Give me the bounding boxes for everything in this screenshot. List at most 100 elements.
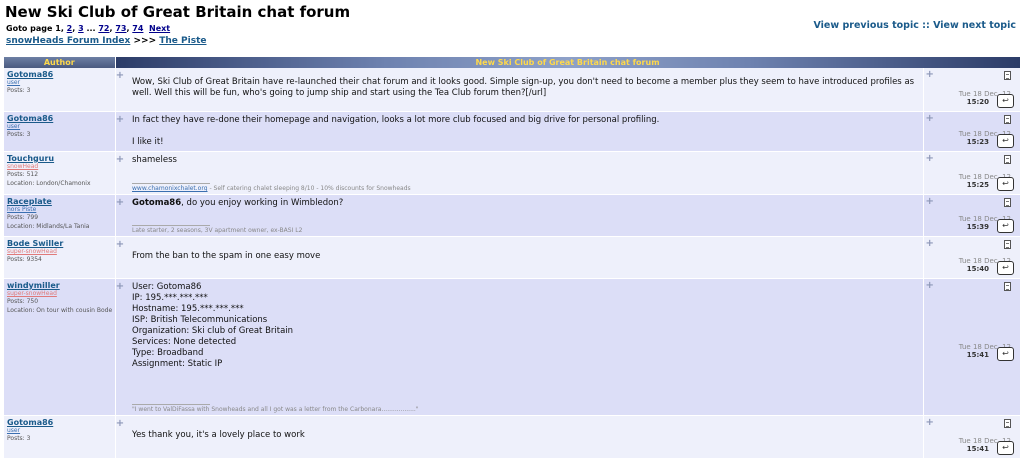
author-post-count: Posts: 3: [7, 87, 31, 94]
author-location: Location: London/Chamonix: [7, 180, 91, 187]
post-message-cell: shameless www.chamonixchalet.org - Self c…: [128, 151, 923, 195]
next-page-link[interactable]: Next: [149, 24, 170, 33]
author-location: Location: On tour with cousin Bode: [7, 307, 113, 314]
author-rank[interactable]: user: [4, 79, 115, 86]
author-name[interactable]: Gotoma86: [4, 68, 115, 79]
breadcrumb-the-piste[interactable]: The Piste: [159, 36, 206, 46]
post-body: In fact they have re-done their homepage…: [128, 112, 923, 151]
view-next-topic-link[interactable]: View next topic: [933, 20, 1016, 31]
plus-icon[interactable]: +: [116, 240, 125, 250]
post-document-icon[interactable]: [1004, 282, 1011, 291]
author-post-count: Posts: 3: [7, 435, 31, 442]
post-document-icon[interactable]: [1004, 240, 1011, 249]
author-name[interactable]: Touchguru: [4, 152, 115, 163]
author-name[interactable]: Raceplate: [4, 195, 115, 206]
author-name[interactable]: Bode Swiller: [4, 237, 115, 248]
signature-divider: [132, 404, 210, 405]
post-document-icon[interactable]: [1004, 419, 1011, 428]
author-name[interactable]: Gotoma86: [4, 112, 115, 123]
post-line: ISP: British Telecommunications: [132, 315, 268, 325]
plus-cell: +: [115, 194, 128, 237]
author-rank[interactable]: super-snowHead: [4, 248, 115, 255]
plus-icon[interactable]: +: [116, 419, 125, 429]
plus-icon[interactable]: +: [926, 70, 934, 80]
page-link-73[interactable]: 73: [115, 24, 126, 33]
post-body: Yes thank you, it's a lovely place to wo…: [128, 416, 923, 444]
page-link-72[interactable]: 72: [98, 24, 109, 33]
plus-icon[interactable]: +: [926, 197, 934, 207]
author-rank[interactable]: user: [4, 123, 115, 130]
quote-reply-icon[interactable]: ↩: [997, 441, 1014, 455]
post-line: In fact they have re-done their homepage…: [132, 115, 660, 125]
author-rank[interactable]: user: [4, 427, 115, 434]
post-time: 15:23: [966, 138, 989, 146]
quote-reply-icon[interactable]: ↩: [997, 347, 1014, 361]
plus-icon[interactable]: +: [926, 154, 934, 164]
post-meta-cell: + Tue 18 Dec, 12 15:25 ↩: [922, 151, 1020, 195]
post-line: Wow, Ski Club of Great Britain have re-l…: [132, 77, 915, 98]
quote-reply-icon[interactable]: ↩: [997, 219, 1014, 233]
post-meta-cell: + Tue 18 Dec, 12 15:41 ↩: [922, 415, 1020, 459]
breadcrumb-forum-index[interactable]: snowHeads Forum Index: [6, 36, 130, 46]
post-line: Organization: Ski club of Great Britain: [132, 326, 294, 336]
page-ellipsis: ...: [86, 24, 96, 33]
quote-reply-icon[interactable]: ↩: [997, 177, 1014, 191]
author-name[interactable]: Gotoma86: [4, 416, 115, 427]
post-row: Gotoma86 user Posts: 3 + Yes thank you, it's…: [4, 415, 1020, 459]
forum-title-header: New Ski Club of Great Britain chat forum: [115, 57, 1021, 68]
quote-reply-icon[interactable]: ↩: [997, 94, 1014, 108]
post-line: IP: 195.***.***.***: [132, 293, 208, 303]
post-line: Services: None detected: [132, 337, 237, 347]
post-document-icon[interactable]: [1004, 155, 1011, 164]
page-link-3[interactable]: 3: [78, 24, 84, 33]
page-link-74[interactable]: 74: [132, 24, 143, 33]
plus-cell: +: [115, 111, 128, 152]
author-cell: windymiller super-snowHead Posts: 750 Locat…: [4, 278, 116, 416]
quote-reply-icon[interactable]: ↩: [997, 261, 1014, 275]
author-cell: Touchguru snowHead Posts: 512 Location: Lon…: [4, 151, 116, 195]
plus-icon[interactable]: +: [116, 71, 125, 81]
post-body: Wow, Ski Club of Great Britain have re-l…: [128, 68, 923, 102]
post-document-icon[interactable]: [1004, 71, 1011, 80]
post-message-cell: User: Gotoma86 IP: 195.***.***.*** Hostnam…: [128, 278, 923, 416]
post-body: User: Gotoma86 IP: 195.***.***.*** Hostnam…: [128, 279, 923, 373]
author-name[interactable]: windymiller: [4, 279, 115, 290]
page-link-2[interactable]: 2: [67, 24, 73, 33]
post-document-icon[interactable]: [1004, 198, 1011, 207]
plus-icon[interactable]: +: [926, 418, 934, 428]
author-cell: Raceplate hors Piste Posts: 799 Location: M…: [4, 194, 116, 237]
plus-cell: +: [115, 278, 128, 416]
signature: "I went to ValDiFassa with Snowheads and…: [132, 404, 419, 413]
post-time: 15:25: [966, 181, 989, 189]
author-cell: Bode Swiller super-snowHead Posts: 9354: [4, 236, 116, 279]
author-cell: Gotoma86 user Posts: 3: [4, 111, 116, 152]
author-rank[interactable]: hors Piste: [4, 206, 115, 213]
post-line: [132, 126, 919, 137]
plus-cell: +: [115, 415, 128, 459]
plus-icon[interactable]: +: [116, 115, 125, 125]
author-rank[interactable]: super-snowHead: [4, 290, 115, 297]
signature-divider: [132, 183, 210, 184]
post-body: From the ban to the spam in one easy mov…: [128, 237, 923, 265]
signature: www.chamonixchalet.org - Self catering c…: [132, 183, 411, 192]
plus-icon[interactable]: +: [116, 282, 125, 292]
post-line-text: , do you enjoy working in Wimbledon?: [181, 198, 344, 208]
post-body: Gotoma86, do you enjoy working in Wimble…: [128, 195, 923, 212]
plus-icon[interactable]: +: [116, 155, 125, 165]
author-rank[interactable]: snowHead: [4, 163, 115, 170]
quote-reply-icon[interactable]: ↩: [997, 134, 1014, 148]
plus-icon[interactable]: +: [116, 198, 125, 208]
author-post-count: Posts: 9354: [7, 256, 42, 263]
plus-icon[interactable]: +: [926, 239, 934, 249]
post-row: Gotoma86 user Posts: 3 + In fact they have r…: [4, 111, 1020, 152]
post-body: shameless: [128, 152, 923, 169]
post-row: Gotoma86 user Posts: 3 + Wow, Ski Club of Gr…: [4, 68, 1020, 112]
signature-link[interactable]: www.chamonixchalet.org: [132, 185, 208, 192]
post-message-cell: From the ban to the spam in one easy mov…: [128, 236, 923, 279]
view-previous-topic-link[interactable]: View previous topic: [813, 20, 918, 31]
plus-icon[interactable]: +: [926, 114, 934, 124]
post-line: Type: Broadband: [132, 348, 204, 358]
signature-text: Late starter, 2 seasons, 3V apartment ow…: [132, 227, 303, 234]
post-document-icon[interactable]: [1004, 115, 1011, 124]
plus-icon[interactable]: +: [926, 281, 934, 291]
